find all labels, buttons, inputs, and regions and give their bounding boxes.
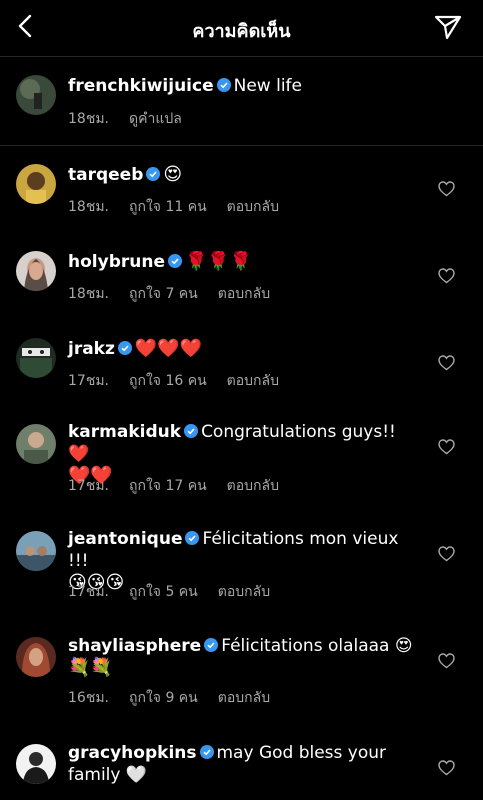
comment-username[interactable]: shayliasphere bbox=[68, 636, 201, 656]
comment-item: tarqeeb 😍 18ชม. ถูกใจ 11 คน ตอบกลับ bbox=[0, 146, 483, 233]
avatar[interactable] bbox=[16, 531, 56, 571]
page-title: ความคิดเห็น bbox=[192, 21, 291, 42]
comment-text: gracyhopkins may God bless your family 🤍 bbox=[68, 742, 418, 786]
caption-meta: 18ชม. ดูคำแปล bbox=[68, 108, 202, 130]
comment-time: 18ชม. bbox=[68, 286, 109, 302]
comment-body-line2: 💐💐 bbox=[68, 657, 113, 678]
reply-button[interactable]: ตอบกลับ bbox=[218, 584, 270, 600]
verified-badge-icon bbox=[199, 745, 214, 759]
heart-icon[interactable] bbox=[438, 760, 455, 776]
comment-likes[interactable]: ถูกใจ 5 คน bbox=[129, 584, 198, 600]
comment-likes[interactable]: ถูกใจ 16 คน bbox=[129, 373, 207, 389]
comment-username[interactable]: gracyhopkins bbox=[68, 743, 197, 763]
caption-time: 18ชม. bbox=[68, 111, 109, 127]
top-bar: ความคิดเห็น bbox=[0, 0, 483, 57]
heart-icon[interactable] bbox=[438, 653, 455, 669]
comment-username[interactable]: jrakz bbox=[68, 339, 115, 359]
caption-body: New life bbox=[233, 76, 302, 96]
comment-body: Félicitations olalaaa 😍 bbox=[221, 636, 413, 656]
comment-item: jrakz ❤️❤️❤️ 17ชม. ถูกใจ 16 คน ตอบกลับ bbox=[0, 320, 483, 407]
comment-time: 18ชม. bbox=[68, 199, 109, 215]
avatar[interactable] bbox=[16, 338, 56, 378]
avatar[interactable] bbox=[16, 744, 56, 784]
comment-likes[interactable]: ถูกใจ 9 คน bbox=[129, 690, 198, 706]
comment-likes[interactable]: ถูกใจ 17 คน bbox=[129, 478, 207, 494]
verified-badge-icon bbox=[204, 638, 219, 652]
comment-time: 17ชม. bbox=[68, 373, 109, 389]
paper-plane-icon[interactable] bbox=[433, 13, 463, 41]
comment-likes[interactable]: ถูกใจ 11 คน bbox=[129, 199, 207, 215]
verified-badge-icon bbox=[184, 424, 199, 438]
comment-meta: 18ชม. ถูกใจ 7 คน ตอบกลับ bbox=[68, 283, 290, 305]
comment-item: holybrune 🌹🌹🌹 18ชม. ถูกใจ 7 คน ตอบกลับ bbox=[0, 233, 483, 320]
comment-text: holybrune 🌹🌹🌹 bbox=[68, 251, 418, 273]
comment-time: 17ชม. bbox=[68, 584, 109, 600]
avatar[interactable] bbox=[16, 164, 56, 204]
reply-button[interactable]: ตอบกลับ bbox=[227, 373, 279, 389]
comment-username[interactable]: tarqeeb bbox=[68, 165, 143, 185]
verified-badge-icon bbox=[216, 78, 231, 92]
comment-meta: 17ชม. ถูกใจ 17 คน ตอบกลับ bbox=[68, 475, 299, 497]
translate-link[interactable]: ดูคำแปล bbox=[129, 111, 182, 127]
comment-item: shayliasphere Félicitations olalaaa 😍 💐💐 1… bbox=[0, 623, 483, 731]
verified-badge-icon bbox=[185, 531, 200, 545]
reply-button[interactable]: ตอบกลับ bbox=[227, 478, 279, 494]
comment-body: ❤️❤️❤️ bbox=[134, 338, 203, 359]
comment-item: jeantonique Félicitations mon vieux !!! 😘😘… bbox=[0, 515, 483, 623]
reply-button[interactable]: ตอบกลับ bbox=[218, 690, 270, 706]
comment-meta: 17ชม. ถูกใจ 5 คน ตอบกลับ bbox=[68, 581, 290, 603]
comment-meta: 16ชม. ถูกใจ 9 คน ตอบกลับ bbox=[68, 687, 290, 709]
comment-text: shayliasphere Félicitations olalaaa 😍 💐💐 bbox=[68, 635, 418, 679]
comment-body: may God bless your bbox=[216, 743, 387, 763]
comment-likes[interactable]: ถูกใจ 7 คน bbox=[129, 286, 198, 302]
heart-icon[interactable] bbox=[438, 268, 455, 284]
caption-username[interactable]: frenchkiwijuice bbox=[68, 76, 214, 96]
comment-username[interactable]: karmakiduk bbox=[68, 422, 181, 442]
comment-meta: 17ชม. ถูกใจ 16 คน ตอบกลับ bbox=[68, 370, 299, 392]
comment-item: karmakiduk Congratulations guys!! ❤️ ❤️❤️ … bbox=[0, 407, 483, 515]
comment-meta: 18ชม. ถูกใจ 11 คน ตอบกลับ bbox=[68, 196, 299, 218]
reply-button[interactable]: ตอบกลับ bbox=[218, 286, 270, 302]
comment-body: 🌹🌹🌹 bbox=[184, 251, 253, 272]
verified-badge-icon bbox=[146, 167, 161, 181]
heart-icon[interactable] bbox=[438, 546, 455, 562]
verified-badge-icon bbox=[167, 254, 182, 268]
comment-text: jrakz ❤️❤️❤️ bbox=[68, 338, 418, 360]
heart-icon[interactable] bbox=[438, 355, 455, 371]
comment-body: 😍 bbox=[163, 164, 183, 185]
verified-badge-icon bbox=[117, 341, 132, 355]
avatar[interactable] bbox=[16, 75, 56, 115]
heart-icon[interactable] bbox=[438, 439, 455, 455]
comment-time: 17ชม. bbox=[68, 478, 109, 494]
avatar[interactable] bbox=[16, 251, 56, 291]
heart-icon[interactable] bbox=[438, 181, 455, 197]
avatar[interactable] bbox=[16, 424, 56, 464]
caption-text: frenchkiwijuice New life bbox=[68, 75, 418, 97]
comment-item: gracyhopkins may God bless your family 🤍 bbox=[0, 731, 483, 800]
comment-body-line2: family 🤍 bbox=[68, 765, 148, 785]
post-caption: frenchkiwijuice New life 18ชม. ดูคำแปล bbox=[0, 57, 483, 146]
reply-button[interactable]: ตอบกลับ bbox=[227, 199, 279, 215]
comment-text: tarqeeb 😍 bbox=[68, 164, 418, 186]
comment-username[interactable]: holybrune bbox=[68, 252, 165, 272]
comment-time: 16ชม. bbox=[68, 690, 109, 706]
comment-username[interactable]: jeantonique bbox=[68, 529, 182, 549]
avatar[interactable] bbox=[16, 637, 56, 677]
